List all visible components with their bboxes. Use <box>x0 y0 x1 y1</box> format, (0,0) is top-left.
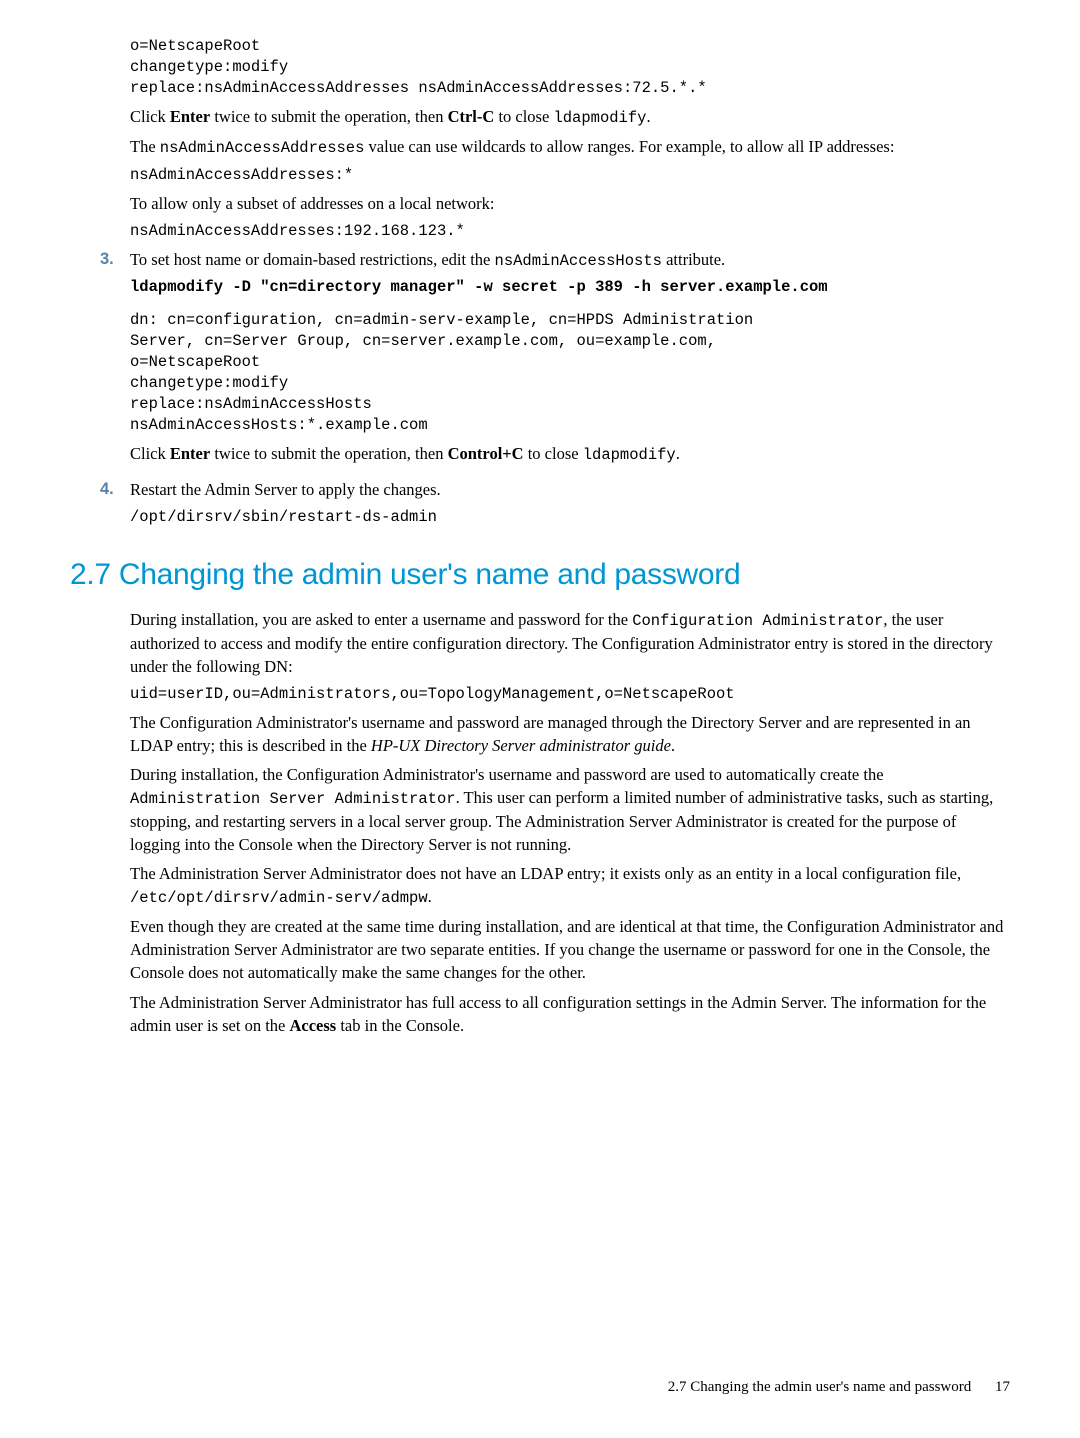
step-4: 4. Restart the Admin Server to apply the… <box>100 478 1010 534</box>
footer-page-number: 17 <box>995 1379 1010 1395</box>
section-heading-2-7: 2.7 Changing the admin user's name and p… <box>70 554 1010 596</box>
body-para-5: Even though they are created at the same… <box>130 915 1010 984</box>
step-4-number: 4. <box>100 478 130 534</box>
code-restart-admin: /opt/dirsrv/sbin/restart-ds-admin <box>130 507 1010 528</box>
footer-section-title: 2.7 Changing the admin user's name and p… <box>668 1379 971 1395</box>
body-para-1: During installation, you are asked to en… <box>130 608 1010 678</box>
code-wildcard-all: nsAdminAccessAddresses:* <box>130 165 1010 186</box>
step-3: 3. To set host name or domain-based rest… <box>100 248 1010 472</box>
body-para-2: The Configuration Administrator's userna… <box>130 711 1010 757</box>
body-para-3: During installation, the Configuration A… <box>130 763 1010 856</box>
text-click-enter-control-c: Click Enter twice to submit the operatio… <box>130 442 1010 466</box>
code-uid-dn: uid=userID,ou=Administrators,ou=Topology… <box>130 684 1010 705</box>
step-4-text: Restart the Admin Server to apply the ch… <box>130 478 1010 501</box>
body-para-4: The Administration Server Administrator … <box>130 862 1010 909</box>
step-3-text: To set host name or domain-based restric… <box>130 248 1010 272</box>
code-ldapmodify-cmd: ldapmodify -D "cn=directory manager" -w … <box>130 277 1010 298</box>
text-wildcards-note: The nsAdminAccessAddresses value can use… <box>130 135 1010 159</box>
body-para-6: The Administration Server Administrator … <box>130 991 1010 1037</box>
text-subset-note: To allow only a subset of addresses on a… <box>130 192 1010 215</box>
code-ldapmodify-body: dn: cn=configuration, cn=admin-serv-exam… <box>130 310 1010 436</box>
code-wildcard-subset: nsAdminAccessAddresses:192.168.123.* <box>130 221 1010 242</box>
text-click-enter-ctrl-c: Click Enter twice to submit the operatio… <box>130 105 1010 129</box>
code-block-netscape: o=NetscapeRoot changetype:modify replace… <box>130 36 1010 99</box>
page-footer: 2.7 Changing the admin user's name and p… <box>668 1377 1010 1398</box>
step-3-number: 3. <box>100 248 130 472</box>
